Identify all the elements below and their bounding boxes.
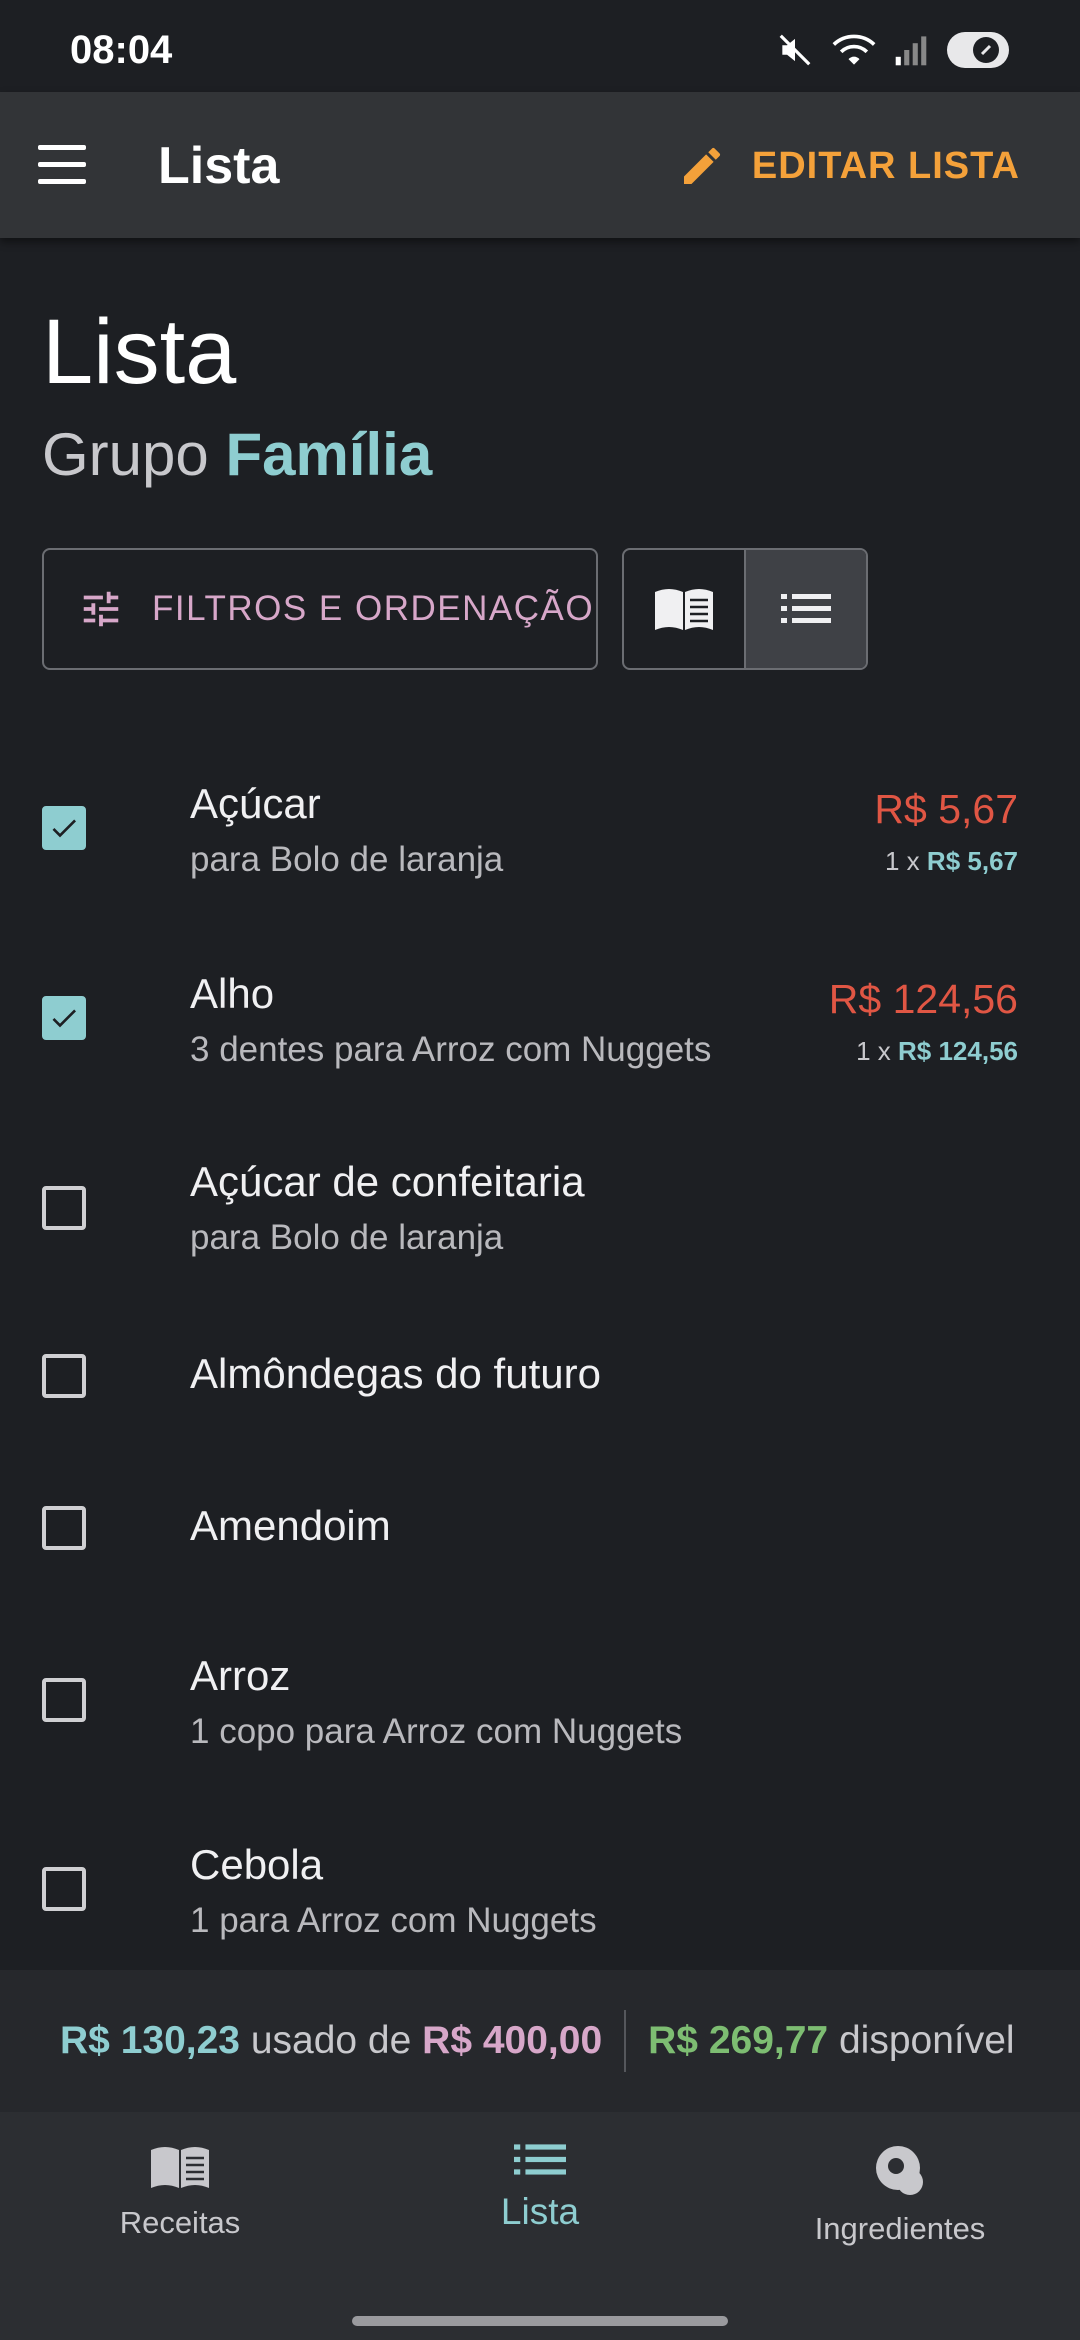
battery-saver-icon bbox=[947, 32, 1009, 68]
budget-used: R$ 130,23 usado de R$ 400,00 bbox=[60, 2019, 603, 2062]
mute-icon bbox=[779, 34, 811, 66]
app-bar-title: Lista bbox=[158, 137, 280, 195]
filters-label: FILTROS E ORDENAÇÃO bbox=[152, 589, 595, 628]
menu-icon[interactable] bbox=[38, 145, 86, 185]
item-detail: 1 para Arroz com Nuggets bbox=[190, 1901, 597, 1940]
item-price: R$ 5,67 bbox=[874, 786, 1018, 832]
item-detail: 3 dentes para Arroz com Nuggets bbox=[190, 1030, 712, 1069]
checkbox[interactable] bbox=[42, 1678, 86, 1722]
book-icon bbox=[655, 589, 713, 630]
budget-divider bbox=[624, 2010, 627, 2072]
nav-receitas[interactable]: Receitas bbox=[0, 2142, 360, 2241]
app-bar: Lista EDITAR LISTA bbox=[0, 92, 1080, 238]
edit-list-label: EDITAR LISTA bbox=[751, 144, 1020, 187]
edit-list-button[interactable]: EDITAR LISTA bbox=[678, 142, 1020, 190]
item-price: R$ 124,56 bbox=[828, 976, 1018, 1022]
nav-ingredientes[interactable]: Ingredientes bbox=[720, 2142, 1080, 2247]
item-detail: 1 copo para Arroz com Nuggets bbox=[190, 1712, 683, 1751]
check-icon bbox=[52, 1009, 76, 1028]
item-name: Almôndegas do futuro bbox=[190, 1350, 601, 1397]
checkbox[interactable] bbox=[42, 1506, 86, 1550]
item-detail: para Bolo de laranja bbox=[190, 840, 504, 879]
filters-button[interactable]: FILTROS E ORDENAÇÃO bbox=[42, 548, 598, 670]
pencil-icon bbox=[683, 147, 720, 184]
checkbox[interactable] bbox=[42, 996, 86, 1040]
checkbox[interactable] bbox=[42, 1867, 86, 1911]
group-prefix: Grupo bbox=[42, 421, 209, 488]
item-detail: para Bolo de laranja bbox=[190, 1218, 504, 1257]
bottom-navigation: Receitas Lista Ingredientes bbox=[0, 2112, 1080, 2340]
list-icon bbox=[514, 2144, 566, 2175]
budget-summary: R$ 130,23 usado de R$ 400,00 R$ 269,77 d… bbox=[0, 1970, 1080, 2112]
view-toggle bbox=[622, 548, 868, 670]
signal-icon bbox=[895, 36, 927, 66]
checkbox[interactable] bbox=[42, 806, 86, 850]
list-view-button[interactable] bbox=[744, 550, 866, 668]
item-name: Açúcar bbox=[190, 780, 321, 827]
budget-available: R$ 269,77 disponível bbox=[648, 2019, 1015, 2062]
nav-label: Ingredientes bbox=[814, 2211, 986, 2246]
status-icons bbox=[776, 30, 1010, 70]
item-name: Amendoim bbox=[190, 1502, 391, 1549]
group-name[interactable]: Família bbox=[225, 421, 432, 488]
nav-lista[interactable]: Lista bbox=[360, 2142, 720, 2233]
item-unit-price: 1 x R$ 5,67 bbox=[885, 846, 1018, 876]
book-view-button[interactable] bbox=[624, 550, 744, 668]
nav-label: Lista bbox=[500, 2191, 580, 2232]
item-name: Açúcar de confeitaria bbox=[190, 1158, 585, 1205]
checkbox[interactable] bbox=[42, 1186, 86, 1230]
item-name: Arroz bbox=[190, 1652, 291, 1699]
group-subtitle: Grupo Família bbox=[42, 420, 432, 489]
page-title: Lista bbox=[42, 301, 237, 403]
item-name: Cebola bbox=[190, 1841, 324, 1888]
item-unit-price: 1 x R$ 124,56 bbox=[856, 1036, 1018, 1066]
status-time: 08:04 bbox=[70, 28, 173, 72]
book-icon bbox=[151, 2147, 209, 2188]
tune-icon bbox=[83, 591, 119, 627]
home-indicator[interactable] bbox=[352, 2316, 728, 2326]
item-name: Alho bbox=[190, 970, 275, 1017]
list-icon bbox=[781, 594, 831, 623]
status-bar: 08:04 bbox=[0, 0, 1080, 92]
ingredients-icon bbox=[876, 2146, 923, 2195]
checkbox[interactable] bbox=[42, 1354, 86, 1398]
wifi-icon bbox=[832, 34, 876, 65]
check-icon bbox=[52, 819, 76, 838]
nav-label: Receitas bbox=[119, 2205, 241, 2240]
